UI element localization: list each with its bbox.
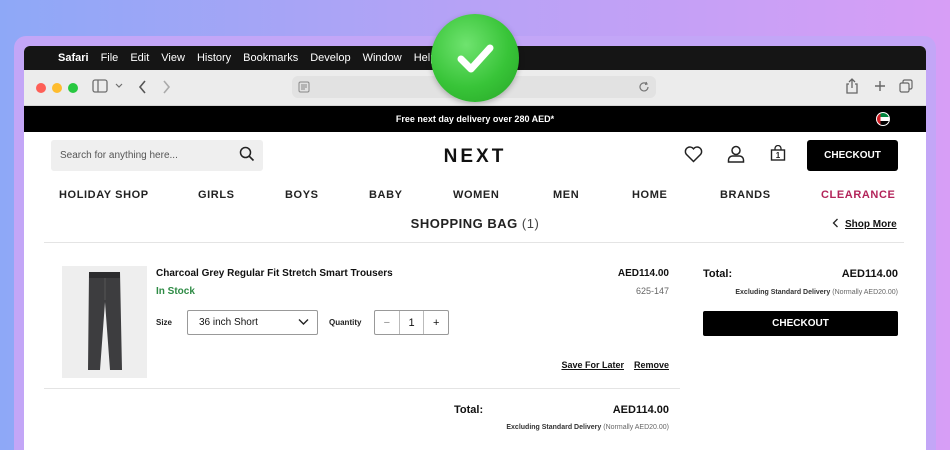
nav-home[interactable]: HOME <box>632 189 667 201</box>
promo-banner: Free next day delivery over 280 AED* <box>24 106 926 132</box>
forward-icon[interactable] <box>162 80 171 94</box>
quantity-input[interactable]: 1 <box>398 311 425 334</box>
excluding-delivery-text: Excluding Standard Delivery <box>506 424 602 431</box>
trousers-image <box>88 272 122 370</box>
nav-women[interactable]: WOMEN <box>453 189 499 201</box>
size-value: 36 inch Short <box>199 317 258 328</box>
header-checkout-button[interactable]: CHECKOUT <box>807 140 898 171</box>
reader-icon[interactable] <box>298 81 310 93</box>
chevron-down-icon <box>298 319 309 325</box>
header-divider <box>44 242 904 243</box>
item-sku: 625-147 <box>635 286 669 296</box>
nav-holiday-shop[interactable]: HOLIDAY SHOP <box>59 189 149 201</box>
nav-boys[interactable]: BOYS <box>285 189 319 201</box>
chevron-down-icon[interactable] <box>115 83 123 89</box>
reload-icon[interactable] <box>638 81 650 93</box>
excluding-delivery-text: Excluding Standard Delivery <box>735 289 831 296</box>
bag-total-value: AED114.00 <box>612 404 669 416</box>
zoom-window-button[interactable] <box>68 82 78 93</box>
menu-view[interactable]: View <box>161 52 185 64</box>
summary-total-label: Total: <box>703 268 733 280</box>
menu-bookmarks[interactable]: Bookmarks <box>243 52 298 64</box>
minimize-window-button[interactable] <box>52 82 62 93</box>
menu-file[interactable]: File <box>101 52 119 64</box>
size-select[interactable]: 36 inch Short <box>187 310 318 335</box>
shop-more-link[interactable]: Shop More <box>832 218 897 230</box>
summary-total-value: AED114.00 <box>841 268 898 280</box>
menu-edit[interactable]: Edit <box>130 52 149 64</box>
checkmark-icon <box>457 44 494 73</box>
nav-clearance[interactable]: CLEARANCE <box>821 189 895 201</box>
browser-window: Safari File Edit View History Bookmarks … <box>24 46 926 450</box>
close-window-button[interactable] <box>36 82 46 93</box>
quantity-decrease-button[interactable]: − <box>375 311 399 334</box>
bag-delivery-note: Excluding Standard Delivery (Normally AE… <box>506 424 669 431</box>
cart-count: 1 <box>775 151 781 160</box>
nav-girls[interactable]: GIRLS <box>198 189 235 201</box>
remove-link[interactable]: Remove <box>634 360 669 370</box>
promo-text: Free next day delivery over 280 AED* <box>395 114 555 124</box>
wishlist-heart-icon[interactable] <box>684 146 703 163</box>
bag-count: (1) <box>521 216 540 231</box>
next-logo[interactable]: NEXT <box>24 146 926 168</box>
summary-delivery-note: Excluding Standard Delivery (Normally AE… <box>735 289 898 296</box>
menu-window[interactable]: Window <box>363 52 402 64</box>
account-icon[interactable] <box>727 145 745 163</box>
quantity-label: Quantity <box>329 318 362 327</box>
bag-total-label: Total: <box>454 404 484 416</box>
share-icon[interactable] <box>846 78 858 94</box>
category-nav: HOLIDAY SHOP GIRLS BOYS BABY WOMEN MEN H… <box>24 184 926 208</box>
nav-baby[interactable]: BABY <box>369 189 403 201</box>
menu-safari[interactable]: Safari <box>58 52 89 64</box>
item-price: AED114.00 <box>617 268 669 279</box>
sidebar-icon[interactable] <box>92 79 108 93</box>
success-checkmark-badge <box>431 14 519 102</box>
item-actions: Save For Later Remove <box>561 360 669 370</box>
item-divider <box>44 388 680 389</box>
window-controls <box>36 82 78 93</box>
product-name-link[interactable]: Charcoal Grey Regular Fit Stretch Smart … <box>156 268 393 279</box>
chevron-left-icon <box>832 218 838 228</box>
tabs-icon[interactable] <box>899 79 913 93</box>
save-for-later-link[interactable]: Save For Later <box>561 360 624 370</box>
stock-status: In Stock <box>156 286 195 297</box>
nav-men[interactable]: MEN <box>553 189 579 201</box>
normal-delivery-price: (Normally AED20.00) <box>832 289 898 296</box>
cart-icon[interactable]: 1 <box>770 145 786 161</box>
menu-history[interactable]: History <box>197 52 231 64</box>
back-icon[interactable] <box>138 80 147 94</box>
quantity-increase-button[interactable]: + <box>424 311 448 334</box>
size-label: Size <box>156 318 173 327</box>
bag-title-text: SHOPPING BAG <box>410 216 518 231</box>
nav-brands[interactable]: BRANDS <box>720 189 771 201</box>
page-title: SHOPPING BAG (1) <box>24 216 926 231</box>
quantity-stepper: − 1 + <box>374 310 449 335</box>
new-tab-icon[interactable] <box>874 80 886 92</box>
menu-develop[interactable]: Develop <box>310 52 350 64</box>
uae-flag-icon[interactable] <box>876 112 890 126</box>
product-image[interactable] <box>62 266 147 378</box>
normal-delivery-price: (Normally AED20.00) <box>603 424 669 431</box>
summary-checkout-button[interactable]: CHECKOUT <box>703 311 898 336</box>
shop-more-label: Shop More <box>845 219 897 230</box>
site-header: Search for anything here... NEXT 1 CHECK… <box>24 132 926 184</box>
